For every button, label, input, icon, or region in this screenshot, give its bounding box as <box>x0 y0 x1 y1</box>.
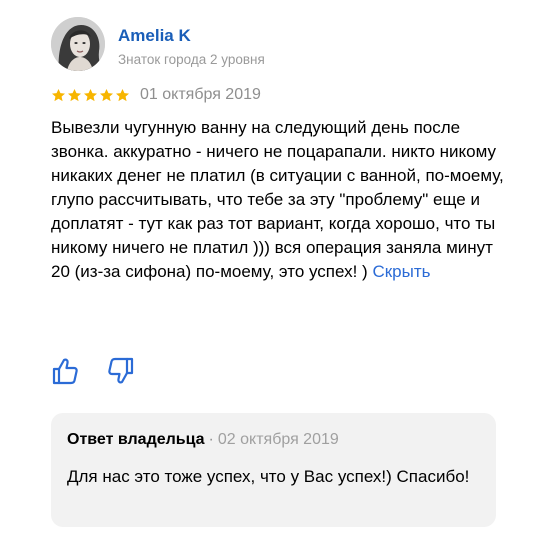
hide-link[interactable]: Скрыть <box>372 262 430 281</box>
star-icon <box>68 88 81 101</box>
review-text: Вывезли чугунную ванну на следующий день… <box>51 116 506 284</box>
owner-reply-header: Ответ владельца · 02 октября 2019 <box>67 431 339 449</box>
avatar[interactable] <box>51 17 105 71</box>
owner-reply-date: 02 октября 2019 <box>217 431 339 448</box>
thumbs-up-icon <box>52 358 78 385</box>
owner-reply-title: Ответ владельца <box>67 431 205 448</box>
star-icon <box>52 88 65 101</box>
review-date: 01 октября 2019 <box>140 86 261 103</box>
review-body: Вывезли чугунную ванну на следующий день… <box>51 118 504 281</box>
owner-reply-separator: · <box>208 431 214 448</box>
author-level: Знаток города 2 уровня <box>118 52 265 67</box>
thumbs-down-icon <box>108 357 134 384</box>
avatar-image <box>51 17 105 71</box>
star-rating <box>51 88 130 103</box>
star-icon <box>100 88 113 101</box>
star-icon <box>116 88 129 101</box>
owner-reply: Ответ владельца · 02 октября 2019 Для нас … <box>51 413 496 527</box>
dislike-button[interactable] <box>107 356 135 386</box>
like-button[interactable] <box>51 356 79 386</box>
owner-reply-text: Для нас это тоже успех, что у Вас успех!… <box>67 467 470 486</box>
author-name[interactable]: Amelia K <box>118 26 191 46</box>
rating-row: 01 октября 2019 <box>51 84 261 106</box>
star-icon <box>84 88 97 101</box>
